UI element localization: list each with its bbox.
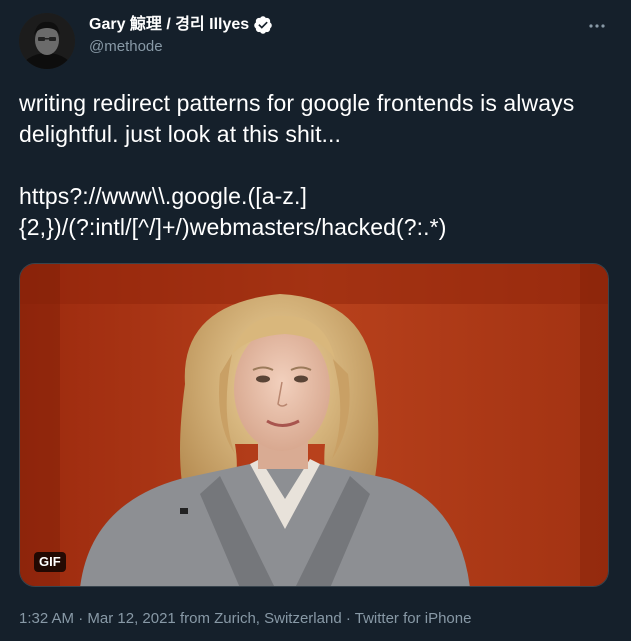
tweet: Gary 鯨理 / 경리 Illyes @methode writing red… xyxy=(0,0,631,641)
avatar[interactable] xyxy=(19,13,75,69)
author-block: Gary 鯨理 / 경리 Illyes @methode xyxy=(89,14,273,57)
tweet-location: from Zurich, Switzerland xyxy=(175,610,342,627)
avatar-image xyxy=(19,13,75,69)
verified-badge-icon xyxy=(253,15,273,35)
tweet-source[interactable]: Twitter for iPhone xyxy=(355,610,472,627)
meta-separator: · xyxy=(74,610,88,627)
more-options-button[interactable] xyxy=(585,14,609,38)
more-dots-icon xyxy=(589,24,605,28)
gif-image xyxy=(20,264,608,586)
tweet-time[interactable]: 1:32 AM xyxy=(19,610,74,627)
author-display-name-row[interactable]: Gary 鯨理 / 경리 Illyes xyxy=(89,14,273,36)
tweet-metadata: 1:32 AM · Mar 12, 2021 from Zurich, Swit… xyxy=(19,609,471,629)
meta-separator: · xyxy=(341,610,355,627)
tweet-media-gif[interactable]: GIF xyxy=(19,263,609,587)
gif-badge: GIF xyxy=(34,552,66,572)
tweet-text: writing redirect patterns for google fro… xyxy=(19,90,575,240)
tweet-date[interactable]: Mar 12, 2021 xyxy=(87,610,175,627)
author-display-name[interactable]: Gary 鯨理 / 경리 Illyes xyxy=(89,14,249,36)
author-handle[interactable]: @methode xyxy=(89,37,273,57)
